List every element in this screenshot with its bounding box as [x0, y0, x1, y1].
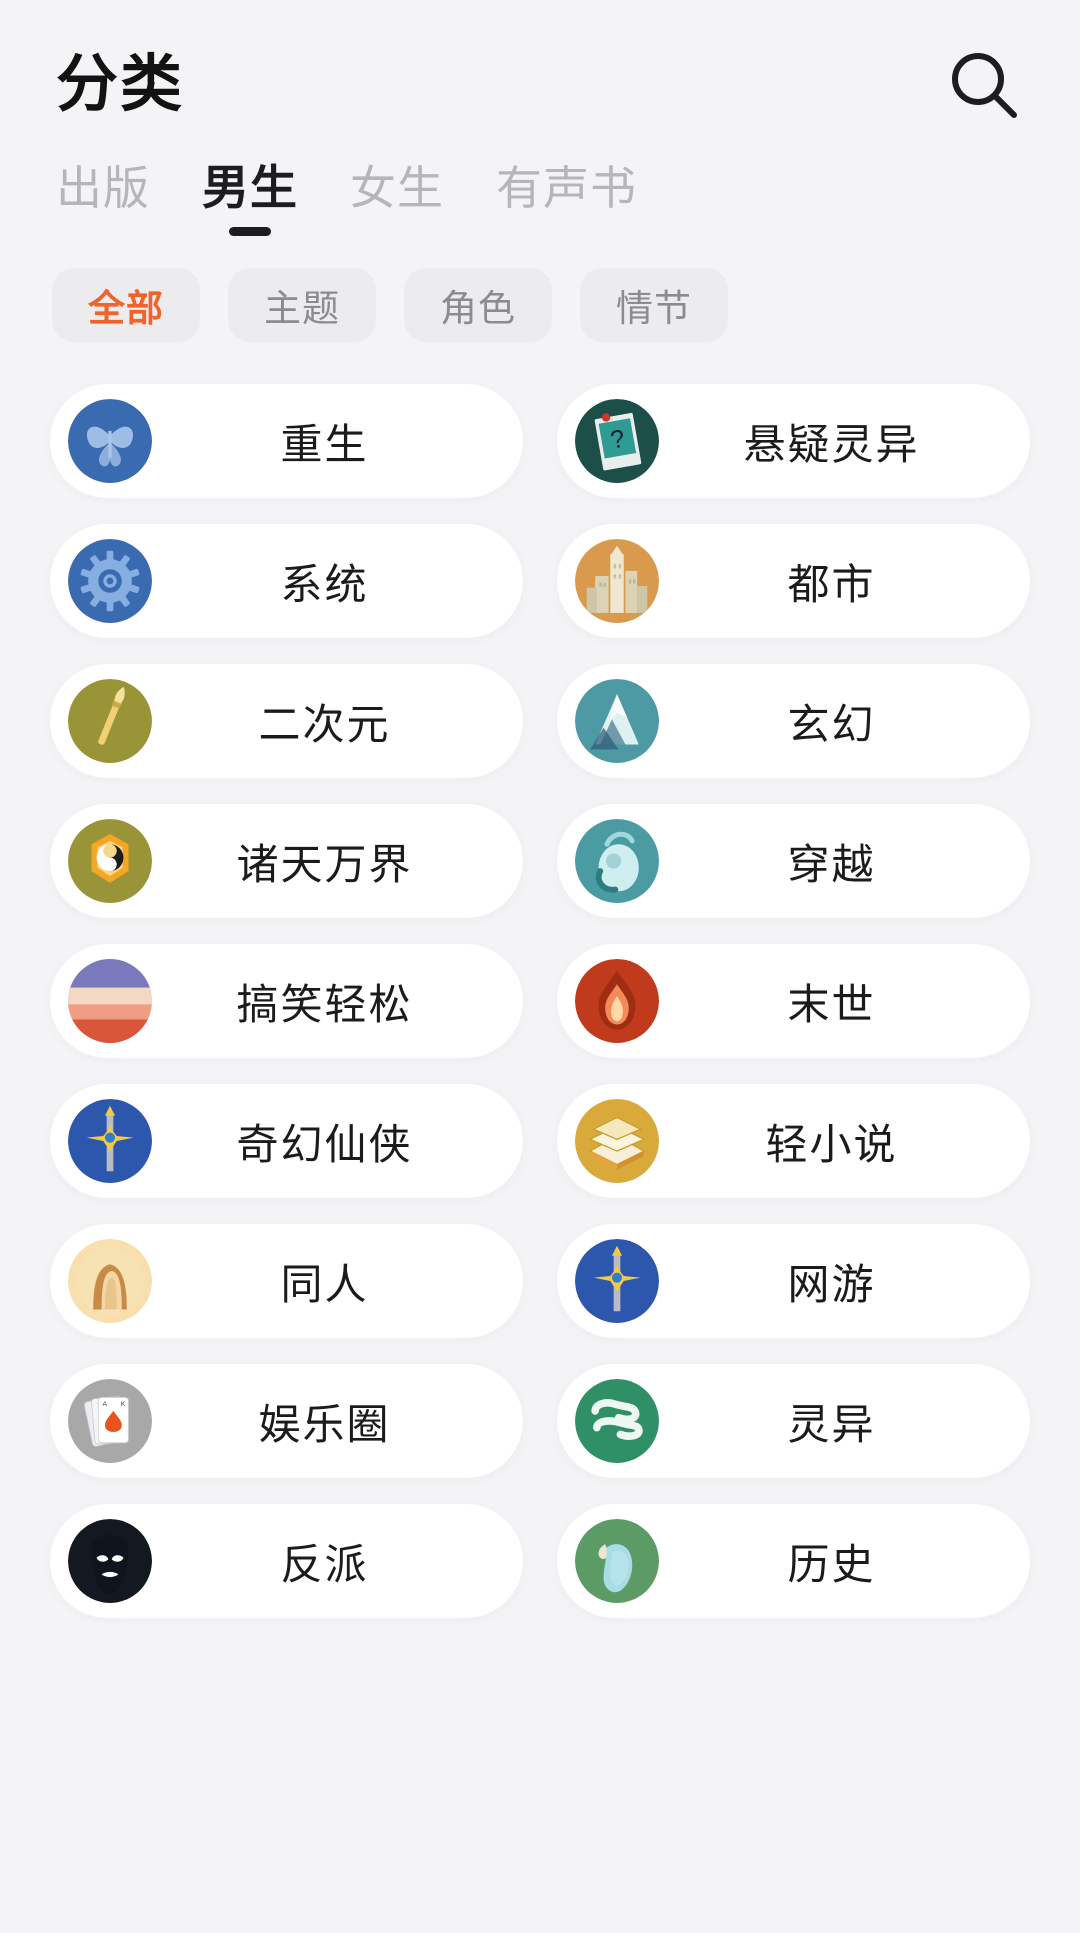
category-card[interactable]: 都市: [557, 524, 1030, 638]
category-card[interactable]: 灵异: [557, 1364, 1030, 1478]
tab-nansheng[interactable]: 男生: [202, 149, 298, 240]
tab-nvsheng[interactable]: 女生: [350, 152, 444, 240]
category-card-label: 二次元: [258, 700, 391, 748]
category-card[interactable]: 同人: [50, 1224, 523, 1338]
chip-quanbu[interactable]: 全部: [52, 268, 200, 342]
tab-label: 有声书: [496, 162, 637, 214]
gear-icon: [68, 539, 152, 623]
search-icon[interactable]: [944, 45, 1024, 125]
category-card-label: 灵异: [787, 1400, 876, 1448]
yinyang-icon: [68, 819, 152, 903]
category-card-label: 系统: [280, 560, 369, 608]
tab-underline: [229, 227, 271, 236]
books-icon: [575, 1099, 659, 1183]
category-card[interactable]: 历史: [557, 1504, 1030, 1618]
svg-text:K: K: [121, 1401, 126, 1408]
category-card[interactable]: 末世: [557, 944, 1030, 1058]
category-card-label: 娱乐圈: [258, 1400, 391, 1448]
tab-youshengshu[interactable]: 有声书: [496, 152, 637, 240]
scroll-icon: [575, 1519, 659, 1603]
tab-label: 出版: [56, 162, 150, 214]
masked-villain-icon: [68, 1519, 152, 1603]
chip-qingjie[interactable]: 情节: [580, 268, 728, 342]
category-card-label: 奇幻仙侠: [236, 1120, 413, 1168]
category-card-label: 网游: [787, 1260, 876, 1308]
mountain-icon: [575, 679, 659, 763]
category-card-label: 反派: [280, 1540, 369, 1588]
playing-cards-icon: AK: [68, 1379, 152, 1463]
category-card[interactable]: 轻小说: [557, 1084, 1030, 1198]
city-icon: [575, 539, 659, 623]
category-screen: 分类 出版 男生 女生 有声书 全部 主题 角色 情节 重生 ? 悬疑灵异 系统…: [0, 0, 1080, 1933]
category-card-label: 轻小说: [765, 1120, 898, 1168]
paintbrush-icon: [68, 679, 152, 763]
chip-juese[interactable]: 角色: [404, 268, 552, 342]
wisp-icon: [575, 1379, 659, 1463]
filter-chip-row: 全部 主题 角色 情节: [0, 240, 1080, 342]
chip-label: 角色: [440, 288, 516, 329]
tab-label: 男生: [202, 161, 298, 214]
tab-bar: 出版 男生 女生 有声书: [0, 130, 1080, 240]
category-card[interactable]: 奇幻仙侠: [50, 1084, 523, 1198]
chip-label: 全部: [88, 288, 164, 329]
butterfly-icon: [68, 399, 152, 483]
category-card-label: 历史: [787, 1540, 876, 1588]
sword-icon: [68, 1099, 152, 1183]
category-card[interactable]: 穿越: [557, 804, 1030, 918]
category-card-label: 诸天万界: [236, 840, 413, 888]
category-card[interactable]: A K 娱乐圈: [50, 1364, 523, 1478]
chip-label: 情节: [616, 288, 692, 329]
category-card[interactable]: ? 悬疑灵异: [557, 384, 1030, 498]
category-card-label: 末世: [787, 980, 876, 1028]
portal-icon: [575, 819, 659, 903]
portrait-icon: [68, 1239, 152, 1323]
category-card-label: 搞笑轻松: [236, 980, 413, 1028]
category-card-label: 穿越: [787, 840, 876, 888]
category-card[interactable]: 重生: [50, 384, 523, 498]
category-card-label: 都市: [787, 560, 876, 608]
category-card[interactable]: 搞笑轻松: [50, 944, 523, 1058]
category-grid: 重生? 悬疑灵异 系统 都市 二次元 玄幻 诸天万界 穿越 搞笑轻松 末世 奇幻仙侠 轻小说 同人 网游 A…: [0, 342, 1080, 1618]
chip-zhuti[interactable]: 主题: [228, 268, 376, 342]
svg-text:A: A: [102, 1401, 107, 1408]
category-card[interactable]: 诸天万界: [50, 804, 523, 918]
category-card-label: 玄幻: [787, 700, 876, 748]
page-title: 分类: [56, 50, 185, 119]
flame-icon: [575, 959, 659, 1043]
category-card-label: 重生: [280, 420, 369, 468]
category-card[interactable]: 网游: [557, 1224, 1030, 1338]
category-card-label: 悬疑灵异: [743, 420, 920, 468]
sword-icon: [575, 1239, 659, 1323]
category-card-label: 同人: [280, 1260, 369, 1308]
chip-label: 主题: [264, 288, 340, 329]
category-card[interactable]: 系统: [50, 524, 523, 638]
tab-label: 女生: [350, 162, 444, 214]
mystery-photo-icon: ?: [575, 399, 659, 483]
category-card[interactable]: 反派: [50, 1504, 523, 1618]
page-header: 分类: [0, 0, 1080, 130]
category-card[interactable]: 二次元: [50, 664, 523, 778]
sunrise-icon: [68, 959, 152, 1043]
tab-chuban[interactable]: 出版: [56, 152, 150, 240]
category-card[interactable]: 玄幻: [557, 664, 1030, 778]
